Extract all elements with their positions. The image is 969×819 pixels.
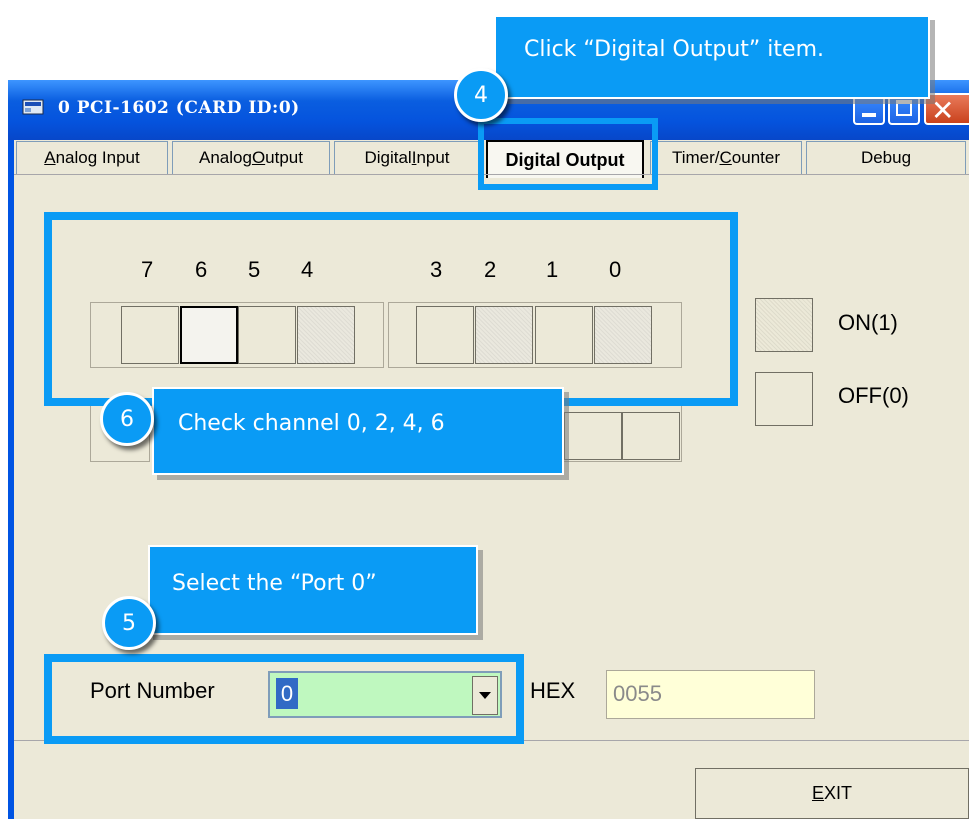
tab-analog-output[interactable]: Analog Output bbox=[172, 141, 330, 174]
callout-step-4-text: Click “Digital Output” item. bbox=[524, 37, 824, 62]
close-button[interactable]: ✕ bbox=[924, 93, 969, 127]
tab-timer-counter[interactable]: Timer/Counter bbox=[650, 141, 802, 174]
row2-bit-toggle[interactable] bbox=[564, 412, 622, 460]
hex-value-field[interactable]: 0055 bbox=[606, 670, 815, 719]
tab-accelerator: C bbox=[719, 148, 732, 167]
app-icon bbox=[22, 99, 44, 115]
tab-label: Timer/ bbox=[671, 148, 720, 167]
tab-label: Analog bbox=[199, 148, 252, 167]
tab-label: nalog Input bbox=[55, 148, 140, 167]
tab-digital-input[interactable]: Digital Input bbox=[334, 141, 480, 174]
exit-label: XIT bbox=[824, 783, 853, 803]
tab-label: ounter bbox=[731, 148, 780, 167]
tab-analog-input[interactable]: Analog Input bbox=[16, 141, 168, 174]
highlight-port-selection bbox=[44, 654, 524, 744]
minimize-icon bbox=[862, 113, 876, 117]
tab-accelerator: O bbox=[251, 148, 266, 167]
legend-off-swatch bbox=[755, 372, 813, 426]
close-icon: ✕ bbox=[931, 94, 955, 127]
tab-label: Debug bbox=[860, 148, 912, 167]
highlight-digital-output-tab bbox=[478, 118, 658, 190]
tab-label: nput bbox=[416, 148, 450, 167]
step-4-badge: 4 bbox=[454, 68, 508, 122]
callout-step-6-text: Check channel 0, 2, 4, 6 bbox=[178, 411, 445, 436]
legend-on-label: ON(1) bbox=[838, 310, 898, 335]
tab-label: utput bbox=[265, 148, 303, 167]
callout-step-6: Check channel 0, 2, 4, 6 bbox=[152, 387, 564, 475]
row2-bit-toggle[interactable] bbox=[622, 412, 680, 460]
hex-label: HEX bbox=[530, 678, 576, 703]
window-title: 0 PCI-1602 (CARD ID:0) bbox=[58, 98, 300, 118]
step-5-badge: 5 bbox=[102, 596, 156, 650]
legend-on-swatch bbox=[755, 298, 813, 352]
step-6-badge: 6 bbox=[100, 392, 154, 446]
legend-off-label: OFF(0) bbox=[838, 383, 909, 408]
exit-accelerator: E bbox=[811, 783, 824, 803]
highlight-bit-checkboxes bbox=[44, 212, 738, 406]
tab-label: Digital bbox=[364, 148, 412, 167]
callout-step-5: Select the “Port 0” bbox=[148, 545, 478, 635]
exit-button[interactable]: E XIT bbox=[695, 768, 969, 819]
callout-step-4: Click “Digital Output” item. bbox=[494, 15, 930, 99]
tab-debug[interactable]: Debug bbox=[806, 141, 966, 174]
tab-accelerator: A bbox=[44, 148, 56, 167]
callout-step-5-text: Select the “Port 0” bbox=[172, 571, 377, 596]
hex-value: 0055 bbox=[613, 681, 662, 706]
maximize-icon bbox=[896, 100, 912, 116]
